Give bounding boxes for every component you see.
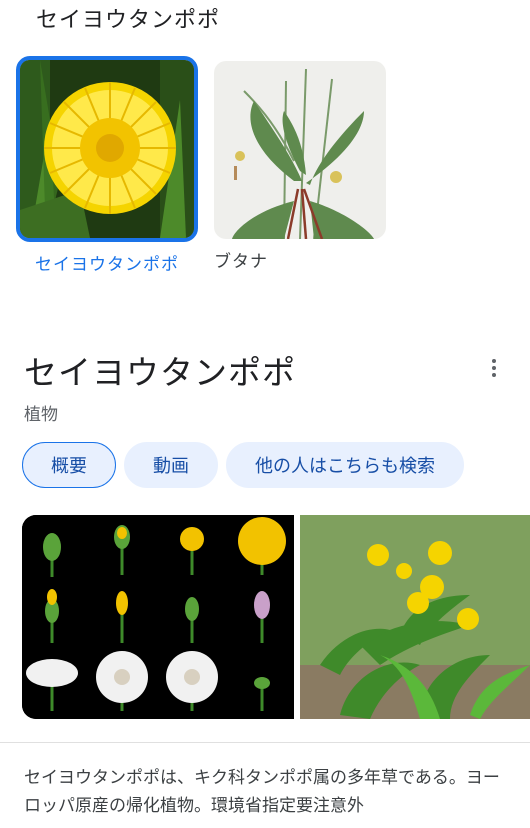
related-entities: セイヨウタンポポ ブタナ — [16, 56, 386, 275]
gallery-image-field[interactable] — [300, 515, 530, 719]
chip-overview[interactable]: 概要 — [22, 442, 116, 488]
knowledge-panel-subtitle: 植物 — [24, 405, 58, 425]
related-card-butana[interactable]: ブタナ — [214, 56, 386, 275]
more-vert-icon[interactable] — [482, 356, 506, 380]
related-card-seiyoutanpopo[interactable]: セイヨウタンポポ — [16, 56, 198, 275]
knowledge-panel-title: セイヨウタンポポ — [24, 353, 296, 392]
image-gallery — [22, 515, 530, 719]
related-image-butana[interactable] — [214, 61, 386, 239]
gallery-image-growth-stages[interactable] — [22, 515, 294, 719]
query-title: セイヨウタンポポ — [36, 8, 221, 33]
related-label-butana[interactable]: ブタナ — [214, 247, 268, 272]
related-image-dandelion[interactable] — [16, 56, 198, 242]
chip-people-also-search[interactable]: 他の人はこちらも検索 — [226, 442, 464, 488]
chip-row: 概要 動画 他の人はこちらも検索 — [22, 442, 464, 488]
section-divider — [0, 742, 530, 743]
entity-description: セイヨウタンポポは、キク科タンポポ属の多年草である。ヨーロッパ原産の帰化植物。環… — [24, 768, 500, 816]
related-label-seiyoutanpopo[interactable]: セイヨウタンポポ — [35, 250, 179, 275]
chip-videos[interactable]: 動画 — [124, 442, 218, 488]
